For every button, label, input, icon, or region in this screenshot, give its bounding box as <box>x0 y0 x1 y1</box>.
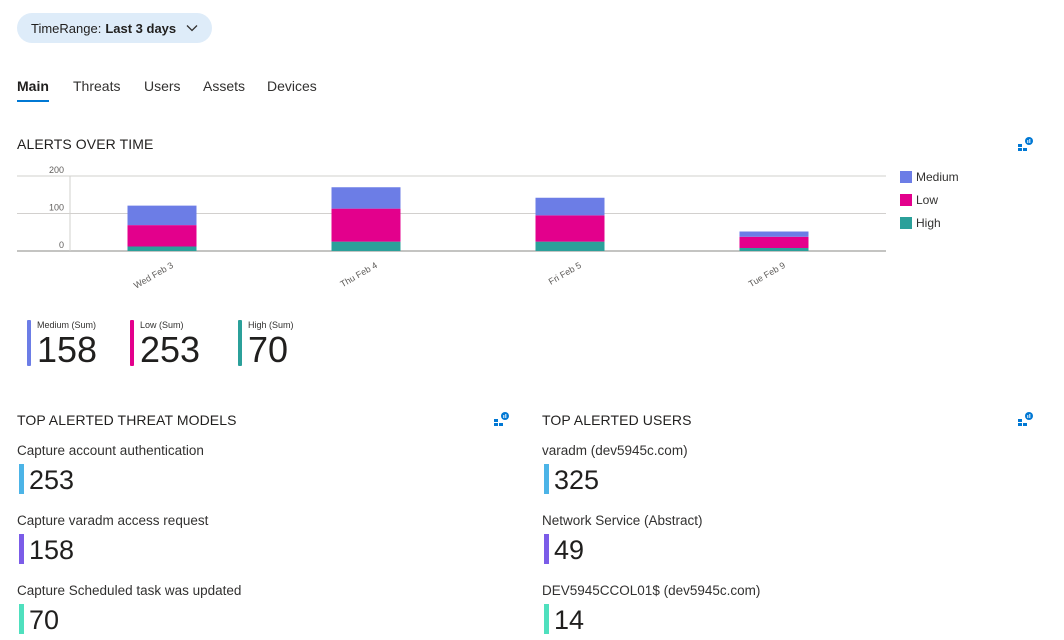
bar-medium <box>535 197 605 216</box>
user-label[interactable]: Network Service (Abstract) <box>542 513 703 528</box>
tile-value: 253 <box>140 329 201 370</box>
threat-model-value: 253 <box>29 465 75 495</box>
y-tick-label: 200 <box>49 165 64 175</box>
legend-label-high: High <box>916 215 941 230</box>
bar-high <box>331 241 401 251</box>
y-tick-label: 0 <box>59 240 64 250</box>
x-tick-label: Thu Feb 4 <box>338 260 379 289</box>
bar-low <box>331 208 401 242</box>
user-color-bar <box>544 604 549 634</box>
top-threat-models-title: TOP ALERTED THREAT MODELS <box>17 412 237 428</box>
legend-item-low[interactable]: Low <box>900 188 959 211</box>
bar-medium <box>331 187 401 209</box>
user-color-bar <box>544 464 549 494</box>
legend-swatch-medium <box>900 170 912 183</box>
time-range-dropdown[interactable]: TimeRange: Last 3 days <box>17 13 213 43</box>
x-tick-label: Fri Feb 5 <box>547 260 583 287</box>
threat-model-label[interactable]: Capture varadm access request <box>17 513 208 528</box>
threat-model-label[interactable]: Capture account authentication <box>17 443 204 458</box>
tile-color-bar <box>27 320 31 366</box>
summary-tile-medium: Medium (Sum) 158 <box>27 320 97 368</box>
bar-low <box>535 215 605 242</box>
alerts-over-time-title: ALERTS OVER TIME <box>17 136 154 152</box>
time-range-label: TimeRange: <box>31 20 102 36</box>
bar-medium <box>127 205 197 226</box>
threat-model-color-bar <box>19 464 24 494</box>
bar-high <box>739 248 809 251</box>
user-label[interactable]: varadm (dev5945c.com) <box>542 443 688 458</box>
threat-model-label[interactable]: Capture Scheduled task was updated <box>17 583 241 598</box>
legend-swatch-low <box>900 193 912 206</box>
chart-visualize-icon[interactable] <box>1017 136 1033 152</box>
threat-model-color-bar <box>19 534 24 564</box>
tab-threats[interactable]: Threats <box>73 78 120 100</box>
summary-tile-high: High (Sum) 70 <box>238 320 294 368</box>
top-users-title: TOP ALERTED USERS <box>542 412 692 428</box>
user-value: 49 <box>554 535 585 565</box>
time-range-value: Last 3 days <box>105 20 177 36</box>
x-tick-label: Wed Feb 3 <box>132 260 175 291</box>
tab-main[interactable]: Main <box>17 78 49 100</box>
legend-item-medium[interactable]: Medium <box>900 165 959 188</box>
user-color-bar <box>544 534 549 564</box>
alerts-over-time-chart: 0 100 200 Wed Feb 3 Thu Feb 4 Fri Feb 5 Tue F… <box>17 165 886 291</box>
tile-color-bar <box>130 320 134 366</box>
chart-legend: Medium Low High <box>900 165 959 234</box>
user-value: 14 <box>554 605 585 635</box>
chart-visualize-icon[interactable] <box>493 411 509 427</box>
y-tick-label: 100 <box>49 203 64 213</box>
tile-value: 70 <box>248 329 289 370</box>
bar-low <box>739 236 809 248</box>
legend-label-medium: Medium <box>916 169 959 184</box>
x-tick-label: Tue Feb 9 <box>747 260 787 289</box>
tab-assets[interactable]: Assets <box>203 78 245 100</box>
bar-high <box>127 246 197 251</box>
user-label[interactable]: DEV5945CCOL01$ (dev5945c.com) <box>542 583 760 598</box>
legend-label-low: Low <box>916 192 939 207</box>
legend-item-high[interactable]: High <box>900 211 959 234</box>
tile-value: 158 <box>37 329 98 370</box>
legend-swatch-high <box>900 216 912 229</box>
bar-high <box>535 241 605 251</box>
threat-model-color-bar <box>19 604 24 634</box>
chevron-down-icon <box>186 25 198 32</box>
bar-low <box>127 225 197 247</box>
threat-model-value: 158 <box>29 535 75 565</box>
tab-users[interactable]: Users <box>144 78 181 100</box>
tab-devices[interactable]: Devices <box>267 78 317 100</box>
user-value: 325 <box>554 465 600 495</box>
bar-medium <box>739 231 809 237</box>
active-tab-indicator <box>17 100 49 102</box>
tile-color-bar <box>238 320 242 366</box>
chart-visualize-icon[interactable] <box>1017 411 1033 427</box>
summary-tile-low: Low (Sum) 253 <box>130 320 200 368</box>
threat-model-value: 70 <box>29 605 60 635</box>
